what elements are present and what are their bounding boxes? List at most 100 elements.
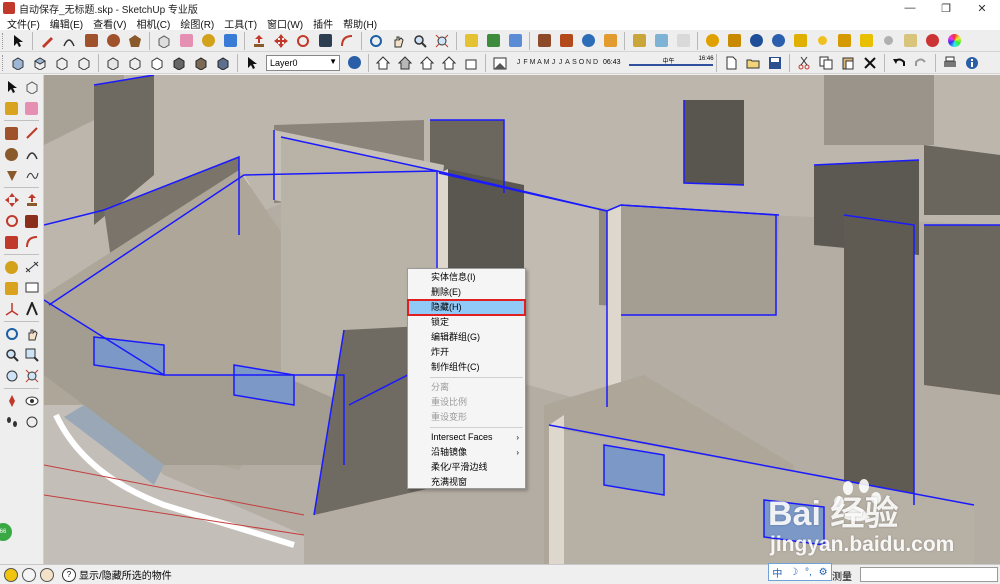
monochrome-icon[interactable]	[213, 54, 233, 72]
paste-icon[interactable]	[838, 54, 858, 72]
ime-chinese-mode[interactable]: 中	[772, 565, 782, 580]
select-pointer-icon[interactable]	[242, 54, 262, 72]
zoom-icon[interactable]	[410, 32, 430, 50]
freehand-icon[interactable]	[23, 166, 41, 184]
line-icon[interactable]	[23, 124, 41, 142]
erase-selection-icon[interactable]	[860, 54, 880, 72]
plugin-sphere-icon[interactable]	[812, 32, 832, 50]
arc-icon[interactable]	[23, 145, 41, 163]
rectangle-icon[interactable]	[3, 124, 21, 142]
menu-item-edit-group[interactable]: 编辑群组(G)	[408, 330, 525, 345]
xray-icon[interactable]	[103, 54, 123, 72]
cut-icon[interactable]	[794, 54, 814, 72]
eraser-icon[interactable]	[176, 32, 196, 50]
photo-textures-icon[interactable]	[505, 32, 525, 50]
menu-plugins[interactable]: 插件	[308, 16, 338, 31]
menu-help[interactable]: 帮助(H)	[338, 16, 382, 31]
undo-icon[interactable]	[889, 54, 909, 72]
eraser-icon[interactable]	[23, 99, 41, 117]
menu-draw[interactable]: 绘图(R)	[175, 16, 219, 31]
plugin-swirl-icon[interactable]	[922, 32, 942, 50]
house-back-icon[interactable]	[395, 54, 415, 72]
follow-me-icon[interactable]	[23, 212, 41, 230]
plugin-r2-icon[interactable]	[768, 32, 788, 50]
toolbar-grip[interactable]	[2, 54, 5, 71]
menu-item-entity-info[interactable]: 实体信息(I)	[408, 270, 525, 285]
minimize-button[interactable]: —	[892, 0, 928, 16]
plugin-tag-icon[interactable]	[724, 32, 744, 50]
house-left-icon[interactable]	[417, 54, 437, 72]
menu-item-hide[interactable]: 隐藏(H)	[407, 299, 526, 316]
dimension-icon[interactable]	[23, 258, 41, 276]
new-file-icon[interactable]	[721, 54, 741, 72]
house-bottom-icon[interactable]	[461, 54, 481, 72]
plugin-m-icon[interactable]	[702, 32, 722, 50]
shadows-toggle-icon[interactable]	[490, 54, 510, 72]
ime-settings-icon[interactable]: ⚙	[819, 567, 828, 578]
text-icon[interactable]	[23, 279, 41, 297]
menu-camera[interactable]: 相机(C)	[131, 16, 175, 31]
push-pull-icon[interactable]	[23, 191, 41, 209]
orbit-icon[interactable]	[3, 325, 21, 343]
house-front-icon[interactable]	[373, 54, 393, 72]
menu-item-delete[interactable]: 删除(E)	[408, 285, 525, 300]
layer-manager-icon[interactable]	[344, 54, 364, 72]
zoom-icon[interactable]	[3, 346, 21, 364]
zoom-extents-icon[interactable]	[432, 32, 452, 50]
push-pull-icon[interactable]	[249, 32, 269, 50]
save-icon[interactable]	[765, 54, 785, 72]
extension-warehouse-icon[interactable]	[600, 32, 620, 50]
previous-view-icon[interactable]	[3, 367, 21, 385]
offset-icon[interactable]	[23, 233, 41, 251]
position-camera-icon[interactable]	[3, 392, 21, 410]
tape-measure-icon[interactable]	[3, 258, 21, 276]
axes-icon[interactable]	[3, 300, 21, 318]
plugin-color-wheel-icon[interactable]	[944, 32, 964, 50]
ime-punctuation-icon[interactable]: °,	[805, 567, 812, 578]
circle-icon[interactable]	[103, 32, 123, 50]
open-file-icon[interactable]	[743, 54, 763, 72]
pencil-line-icon[interactable]	[37, 32, 57, 50]
select-arrow-icon[interactable]	[3, 78, 21, 96]
component-icon[interactable]	[23, 78, 41, 96]
ime-moon-icon[interactable]: ☽	[789, 567, 798, 578]
menu-item-make-component[interactable]: 制作组件(C)	[408, 360, 525, 375]
plugin-lamp-icon[interactable]	[834, 32, 854, 50]
toolbar-grip[interactable]	[2, 32, 5, 49]
menu-item-soften-edges[interactable]: 柔化/平滑边线	[408, 460, 525, 475]
view-front-icon[interactable]	[52, 54, 72, 72]
measurements-input[interactable]	[860, 567, 998, 582]
zoom-extents-icon[interactable]	[23, 367, 41, 385]
help-icon[interactable]: ?	[62, 567, 76, 582]
view-iso-icon[interactable]	[8, 54, 28, 72]
ime-toolbar[interactable]: 中 ☽ °, ⚙	[768, 563, 832, 581]
add-location-icon[interactable]	[461, 32, 481, 50]
shadow-time-slider[interactable]: 中午 16:46	[628, 56, 714, 68]
print-icon[interactable]	[940, 54, 960, 72]
follow-me-icon[interactable]	[315, 32, 335, 50]
section-plane-icon[interactable]	[23, 413, 41, 431]
geo-location-icon[interactable]	[4, 567, 18, 582]
menu-file[interactable]: 文件(F)	[2, 16, 45, 31]
shaded-icon[interactable]	[169, 54, 189, 72]
pan-icon[interactable]	[388, 32, 408, 50]
plugin-light-icon[interactable]	[900, 32, 920, 50]
toggle-terrain-icon[interactable]	[483, 32, 503, 50]
paint-icon[interactable]	[3, 99, 21, 117]
model-info-icon[interactable]	[962, 54, 982, 72]
arc-icon[interactable]	[59, 32, 79, 50]
scale-icon[interactable]	[3, 233, 21, 251]
redo-icon[interactable]	[911, 54, 931, 72]
credits-icon[interactable]	[22, 567, 36, 582]
tape-measure-icon[interactable]	[198, 32, 218, 50]
offset-icon[interactable]	[337, 32, 357, 50]
share-model-icon[interactable]	[556, 32, 576, 50]
menu-window[interactable]: 窗口(W)	[262, 16, 308, 31]
orbit-icon[interactable]	[366, 32, 386, 50]
shadow-month-scale[interactable]: J F M A M J J A S O N D	[515, 59, 599, 66]
plugin-label-icon[interactable]	[790, 32, 810, 50]
menu-item-intersect-faces[interactable]: Intersect Faces ›	[408, 430, 525, 445]
plugin-flag-icon[interactable]	[856, 32, 876, 50]
pan-icon[interactable]	[23, 325, 41, 343]
polygon-icon[interactable]	[125, 32, 145, 50]
